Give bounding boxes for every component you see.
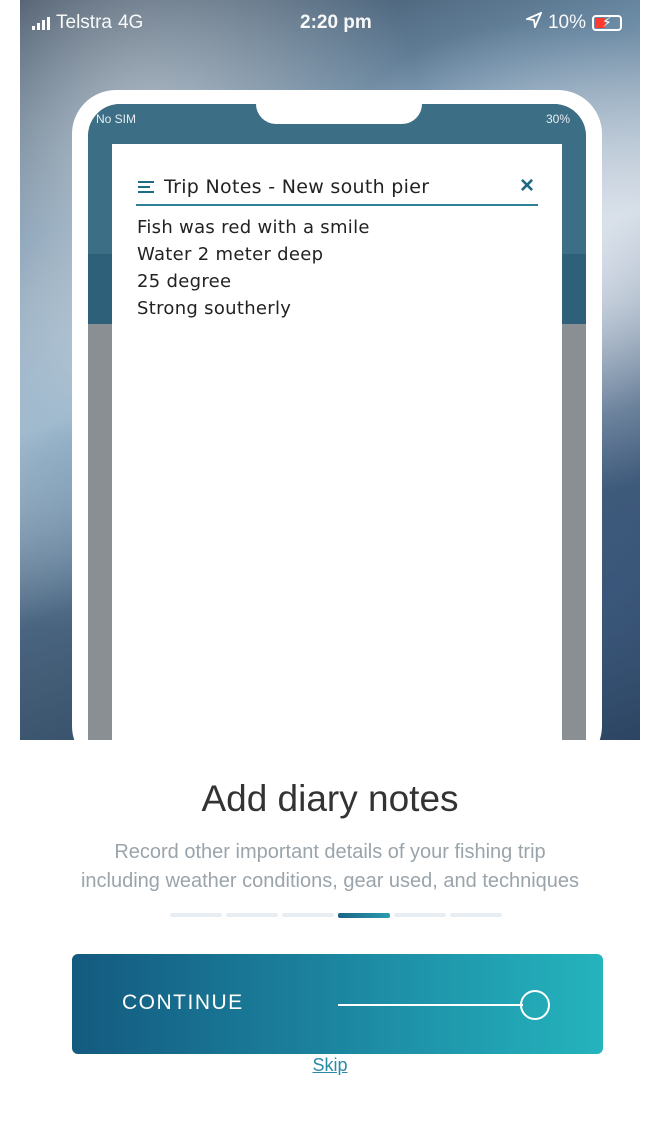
- description-line: Record other important details of your f…: [114, 841, 546, 863]
- status-time: 2:20 pm: [300, 12, 372, 33]
- description-line: including weather conditions, gear used,…: [80, 870, 580, 892]
- notes-line: 25 degree: [137, 271, 232, 292]
- notes-body[interactable]: Fish was red with a smile Water 2 meter …: [137, 214, 370, 322]
- network-label: 4G: [117, 12, 144, 33]
- battery-icon: ⚡: [592, 14, 622, 31]
- notes-line: Strong southerly: [137, 298, 292, 319]
- trip-notes-card: Trip Notes - New south pier × Fish was r…: [112, 144, 562, 740]
- page-dot-active: [338, 913, 390, 918]
- status-left: Telstra 4G: [32, 12, 143, 34]
- location-arrow-icon: [523, 11, 543, 34]
- menu-icon[interactable]: [138, 181, 154, 193]
- page-dot: [450, 913, 502, 917]
- battery-percent: 10%: [547, 12, 586, 33]
- page-indicator: [170, 913, 502, 918]
- notes-title: Trip Notes - New south pier: [164, 176, 430, 198]
- slider-knob-icon[interactable]: [520, 990, 550, 1020]
- page-margin-left: [0, 0, 20, 1127]
- page-dot: [226, 913, 278, 917]
- page-dot: [282, 913, 334, 917]
- signal-icon: [32, 16, 50, 30]
- notes-header: Trip Notes - New south pier ×: [136, 170, 538, 206]
- inner-carrier: No SIM: [96, 112, 137, 126]
- inner-battery: 30%: [545, 112, 570, 126]
- skip-link[interactable]: Skip: [0, 1055, 660, 1076]
- carrier-label: Telstra: [56, 12, 112, 33]
- notes-line: Water 2 meter deep: [137, 244, 324, 265]
- slider-track: [338, 1004, 523, 1006]
- close-icon[interactable]: ×: [520, 172, 534, 200]
- status-bar: Telstra 4G 2:20 pm 10% ⚡: [20, 0, 640, 44]
- status-right: 10% ⚡: [523, 11, 622, 34]
- continue-button[interactable]: CONTINUE: [72, 954, 603, 1054]
- phone-notch: [256, 104, 422, 124]
- notes-line: Fish was red with a smile: [137, 217, 370, 238]
- onboarding-title: Add diary notes: [201, 778, 459, 819]
- onboarding-description: Record other important details of your f…: [0, 838, 660, 896]
- continue-label: CONTINUE: [122, 991, 244, 1014]
- page-margin-right: [640, 0, 660, 1127]
- page-dot: [394, 913, 446, 917]
- page-dot: [170, 913, 222, 917]
